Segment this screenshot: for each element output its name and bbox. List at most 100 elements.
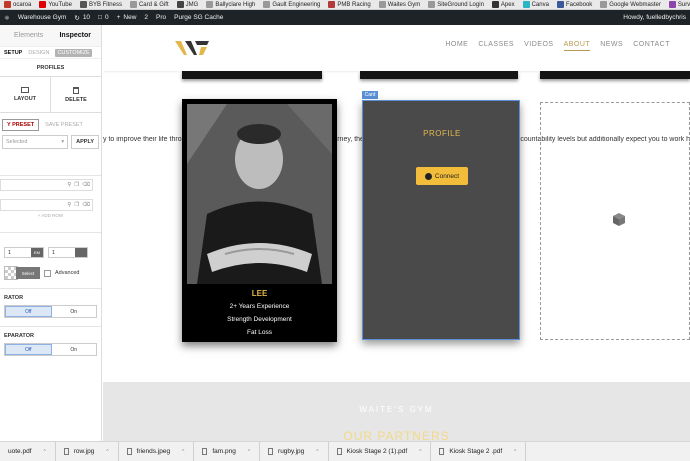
bookmark-label: Survey - Gi <box>677 1 690 8</box>
layout-label: LAYOUT <box>13 96 37 102</box>
bookmark-item[interactable]: Card & Gift <box>126 1 173 8</box>
download-item[interactable]: Kiosk Stage 2 (1).pdf ⌃ <box>329 442 432 461</box>
profile-title: PROFILE <box>423 129 461 138</box>
bookmark-item[interactable]: Facebook <box>553 1 596 8</box>
bookmark-item[interactable]: Google Webmaster <box>596 1 665 8</box>
trainer-card[interactable]: LEE 2+ Years Experience Strength Develop… <box>182 99 337 342</box>
preset-select[interactable]: Selected ▾ <box>2 135 69 149</box>
bookmark-item[interactable]: Gault Engineering <box>259 1 324 8</box>
field-row[interactable]: ⚲ ❐ ⌫ <box>0 199 93 211</box>
file-icon <box>268 448 274 455</box>
nav-link-news[interactable]: NEWS <box>600 41 623 51</box>
search-icon[interactable]: ⚲ <box>67 202 71 208</box>
copy-icon[interactable]: ❐ <box>74 202 79 208</box>
bookmark-item[interactable]: SiteGround Login <box>424 1 488 8</box>
wordpress-logo-icon[interactable]: ⚛ <box>0 14 14 22</box>
card-tag[interactable]: Card <box>362 91 378 99</box>
toggle-off[interactable]: Off <box>5 306 52 317</box>
chevron-up-icon[interactable]: ⌃ <box>181 449 185 455</box>
chevron-up-icon[interactable]: ⌃ <box>418 449 422 455</box>
preset-select-row: Selected ▾ APPLY <box>0 135 101 149</box>
layout-button[interactable]: LAYOUT <box>0 77 50 112</box>
number-value: 1 <box>8 249 12 256</box>
chevron-up-icon[interactable]: ⌃ <box>105 449 109 455</box>
toggle-off[interactable]: Off <box>5 344 52 355</box>
admin-new[interactable]: + New <box>113 14 141 21</box>
download-item[interactable]: fam.png ⌃ <box>194 442 261 461</box>
bookmark-item[interactable]: BYB Fitness <box>76 1 126 8</box>
subtab-customize[interactable]: CUSTOMIZE <box>55 48 92 57</box>
admin-site-name[interactable]: Warehouse Gym <box>14 14 71 21</box>
tab-inspector[interactable]: Inspector <box>59 32 91 39</box>
add-row-button[interactable]: + ADD ROW <box>0 213 101 218</box>
admin-purge-cache[interactable]: Purge SG Cache <box>170 14 227 21</box>
nav-link-classes[interactable]: CLASSES <box>478 41 514 51</box>
bookmark-favicon-icon <box>600 1 608 8</box>
bookmark-item[interactable]: JMG <box>173 1 203 8</box>
admin-updates[interactable]: ↻ 10 <box>70 14 94 22</box>
subtab-setup[interactable]: SETUP <box>4 50 22 56</box>
download-item[interactable]: row.jpg ⌃ <box>56 442 119 461</box>
unit-badge[interactable] <box>75 248 87 257</box>
empty-element-placeholder[interactable] <box>540 102 690 340</box>
profiles-header: PROFILES <box>0 59 101 77</box>
delete-button[interactable]: DELETE <box>50 77 101 112</box>
number-input[interactable]: 1 <box>48 247 88 258</box>
field-row[interactable]: ⚲ ❐ ⌫ <box>0 179 93 191</box>
trash-icon[interactable]: ⌫ <box>82 182 90 188</box>
apply-button[interactable]: APPLY <box>71 135 99 149</box>
number-input[interactable]: 1 EM <box>4 247 44 258</box>
bookmark-item[interactable]: PMB Racing <box>324 1 374 8</box>
chevron-up-icon[interactable]: ⌃ <box>43 449 47 455</box>
apply-preset-button[interactable]: Y PRESET <box>2 119 40 131</box>
tab-elements[interactable]: Elements <box>14 32 43 39</box>
chevron-up-icon[interactable]: ⌃ <box>247 449 251 455</box>
copy-icon[interactable]: ❐ <box>74 182 79 188</box>
bookmark-item[interactable]: Canva <box>519 1 553 8</box>
bookmark-label: Canva <box>531 1 549 8</box>
divider <box>0 175 101 176</box>
trash-icon[interactable]: ⌫ <box>82 202 90 208</box>
search-icon[interactable]: ⚲ <box>67 182 71 188</box>
admin-wpforms[interactable]: 2 <box>140 14 152 21</box>
divider <box>0 326 101 327</box>
save-preset-button[interactable]: SAVE PRESET <box>45 122 83 128</box>
bookmark-item[interactable]: YouTube <box>35 1 76 8</box>
messenger-icon <box>424 172 432 180</box>
admin-comments[interactable]: □ 0 <box>94 14 113 21</box>
divider <box>0 232 101 233</box>
unit-badge[interactable]: EM <box>31 248 43 257</box>
top-card <box>182 71 322 79</box>
bookmark-item[interactable]: Apex <box>488 1 519 8</box>
nav-link-contact[interactable]: CONTACT <box>633 41 670 51</box>
admin-pro[interactable]: Pro <box>152 14 170 21</box>
chevron-up-icon[interactable]: ⌃ <box>315 449 319 455</box>
bookmark-label: JMG <box>185 1 199 8</box>
download-item[interactable]: friends.jpeg ⌃ <box>119 442 195 461</box>
download-item[interactable]: Kiosk Stage 2 .pdf ⌃ <box>431 442 527 461</box>
select-button[interactable]: Select <box>16 267 40 279</box>
nav-link-about[interactable]: ABOUT <box>563 41 591 51</box>
subtab-design[interactable]: DESIGN <box>28 50 49 56</box>
connect-button[interactable]: Connect <box>416 167 468 185</box>
site-logo[interactable] <box>175 39 215 62</box>
download-item[interactable]: rugby.jpg ⌃ <box>260 442 329 461</box>
download-item[interactable]: uote.pdf ⌃ <box>0 442 56 461</box>
admin-howdy[interactable]: Howdy, fuelledbychris <box>619 14 690 21</box>
bookmark-item[interactable]: Survey - Gi <box>665 1 690 8</box>
bookmark-item[interactable]: ocaroa <box>0 1 35 8</box>
advanced-checkbox[interactable] <box>44 269 51 277</box>
chevron-up-icon[interactable]: ⌃ <box>513 449 517 455</box>
toggle-on[interactable]: On <box>52 344 97 355</box>
new-label: New <box>123 14 137 21</box>
preset-row: Y PRESET SAVE PRESET <box>0 117 101 133</box>
bookmark-item[interactable]: Ballyclare High <box>202 1 259 8</box>
nav-link-videos[interactable]: VIDEOS <box>524 41 553 51</box>
delete-label: DELETE <box>65 96 87 103</box>
downloads-bar: uote.pdf ⌃ row.jpg ⌃ friends.jpeg ⌃ fam.png ⌃ ru… <box>0 441 690 461</box>
profile-card[interactable]: PROFILE Connect <box>362 100 520 340</box>
toggle-on[interactable]: On <box>52 306 97 317</box>
bookmark-item[interactable]: Waites Gym <box>375 1 424 8</box>
nav-link-home[interactable]: HOME <box>445 41 468 51</box>
file-icon <box>336 448 342 455</box>
